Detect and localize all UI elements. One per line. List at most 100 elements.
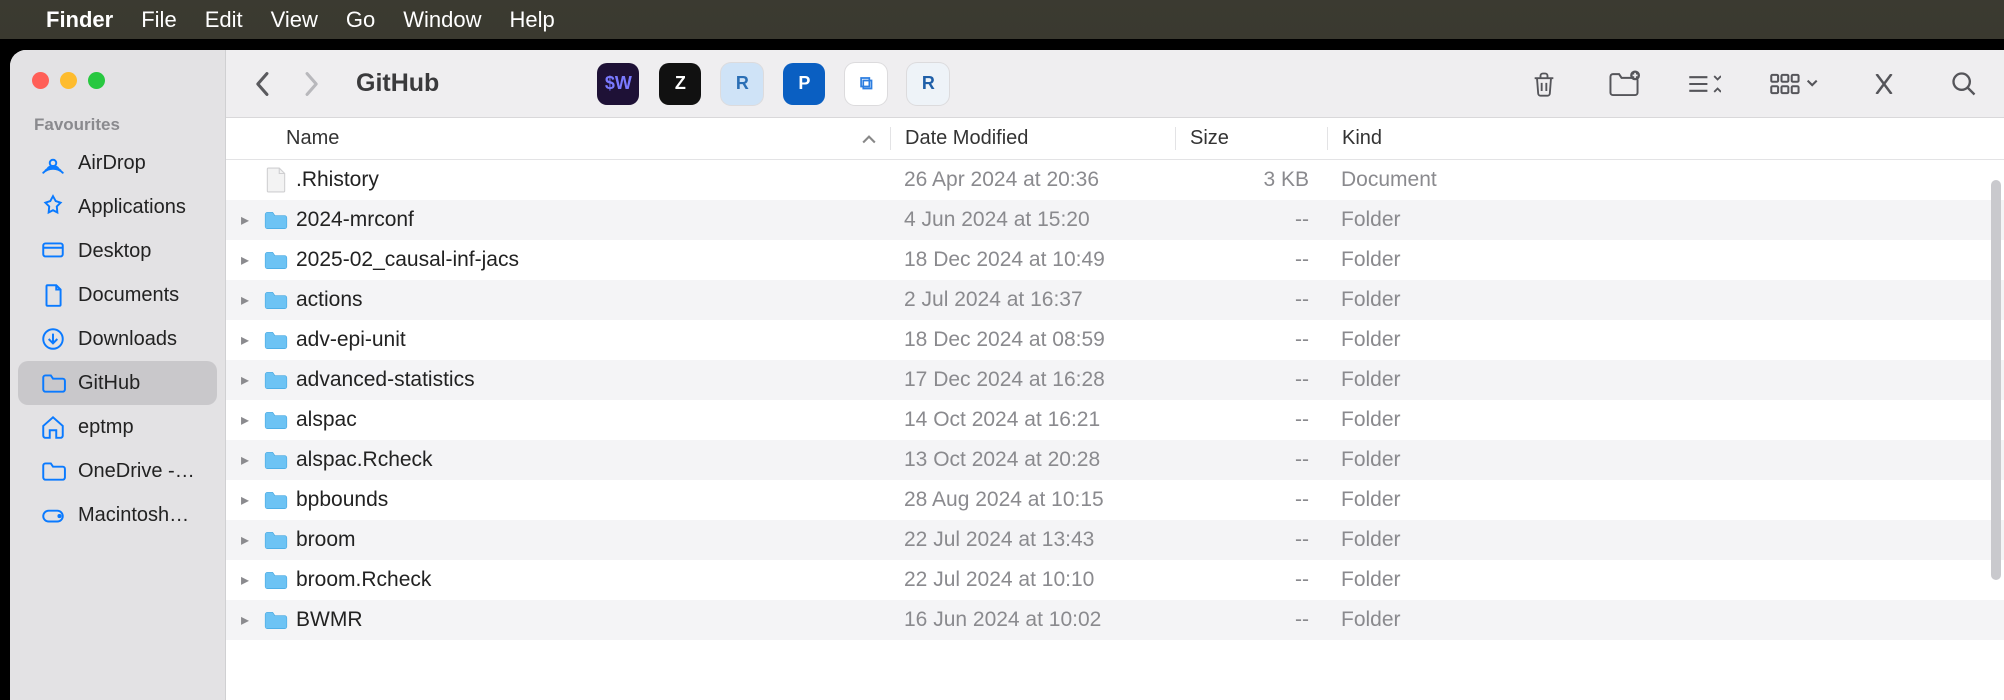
folder-icon (40, 458, 66, 484)
home-icon (40, 414, 66, 440)
disclosure-triangle-icon[interactable]: ▸ (234, 330, 256, 350)
disclosure-triangle-icon[interactable]: ▸ (234, 490, 256, 510)
file-size: -- (1175, 328, 1327, 352)
column-size[interactable]: Size (1175, 127, 1327, 150)
file-size: -- (1175, 608, 1327, 632)
disclosure-triangle-icon[interactable]: ▸ (234, 290, 256, 310)
menu-go[interactable]: Go (346, 7, 375, 33)
file-kind: Folder (1327, 568, 2004, 592)
scrollbar[interactable] (1991, 180, 2001, 580)
disclosure-triangle-icon[interactable]: ▸ (234, 450, 256, 470)
finder-window: Favourites AirDropApplicationsDesktopDoc… (10, 50, 2004, 700)
sidebar-item-label: AirDrop (78, 152, 203, 175)
trash-button[interactable] (1524, 64, 1564, 104)
file-name: BWMR (296, 608, 363, 632)
file-row[interactable]: ▸ broom 22 Jul 2024 at 13:43 -- Folder (226, 520, 2004, 560)
file-size: 3 KB (1175, 168, 1327, 192)
back-button[interactable] (246, 67, 280, 101)
toolbar-app-4[interactable]: ⧉ (845, 63, 887, 105)
disclosure-triangle-icon[interactable]: ▸ (234, 410, 256, 430)
file-name: broom (296, 528, 356, 552)
menu-window[interactable]: Window (403, 7, 481, 33)
file-row[interactable]: ▸ bpbounds 28 Aug 2024 at 10:15 -- Folde… (226, 480, 2004, 520)
search-button[interactable] (1944, 64, 1984, 104)
file-kind: Folder (1327, 288, 2004, 312)
file-row[interactable]: ▸ advanced-statistics 17 Dec 2024 at 16:… (226, 360, 2004, 400)
disclosure-triangle-icon[interactable]: ▸ (234, 610, 256, 630)
sidebar-item-label: eptmp (78, 416, 203, 439)
toolbar-app-3[interactable]: P (783, 63, 825, 105)
file-kind: Folder (1327, 488, 2004, 512)
column-name[interactable]: Name (226, 127, 890, 150)
zoom-window-button[interactable] (88, 72, 105, 89)
sidebar-item-macintosh-[interactable]: Macintosh… (18, 493, 217, 537)
file-size: -- (1175, 488, 1327, 512)
view-options-button[interactable] (1684, 64, 1724, 104)
column-kind[interactable]: Kind (1327, 127, 2004, 150)
file-list: ▸ .Rhistory 26 Apr 2024 at 20:36 3 KB Do… (226, 160, 2004, 700)
minimize-window-button[interactable] (60, 72, 77, 89)
sidebar-item-airdrop[interactable]: AirDrop (18, 141, 217, 185)
file-date: 28 Aug 2024 at 10:15 (890, 488, 1175, 512)
more-toolbar-button[interactable] (1864, 64, 1904, 104)
apps-icon (40, 194, 66, 220)
column-date[interactable]: Date Modified (890, 127, 1175, 150)
file-row[interactable]: ▸ 2025-02_causal-inf-jacs 18 Dec 2024 at… (226, 240, 2004, 280)
folder-icon (262, 206, 290, 234)
file-row[interactable]: ▸ adv-epi-unit 18 Dec 2024 at 08:59 -- F… (226, 320, 2004, 360)
toolbar-app-5[interactable]: R (907, 63, 949, 105)
menu-file[interactable]: File (141, 7, 176, 33)
menubar-app-name[interactable]: Finder (46, 7, 113, 33)
toolbar-app-0[interactable]: $W (597, 63, 639, 105)
file-row[interactable]: ▸ alspac 14 Oct 2024 at 16:21 -- Folder (226, 400, 2004, 440)
disclosure-triangle-icon[interactable]: ▸ (234, 210, 256, 230)
disclosure-triangle-icon[interactable]: ▸ (234, 570, 256, 590)
new-folder-button[interactable] (1604, 64, 1644, 104)
file-name: adv-epi-unit (296, 328, 406, 352)
file-row[interactable]: ▸ BWMR 16 Jun 2024 at 10:02 -- Folder (226, 600, 2004, 640)
window-title: GitHub (356, 69, 439, 98)
sidebar-item-downloads[interactable]: Downloads (18, 317, 217, 361)
sidebar-item-github[interactable]: GitHub (18, 361, 217, 405)
folder-icon (40, 370, 66, 396)
close-window-button[interactable] (32, 72, 49, 89)
forward-button[interactable] (294, 67, 328, 101)
file-row[interactable]: ▸ broom.Rcheck 22 Jul 2024 at 10:10 -- F… (226, 560, 2004, 600)
toolbar-app-shortcuts: $WZRP⧉R (597, 63, 949, 105)
file-row[interactable]: ▸ 2024-mrconf 4 Jun 2024 at 15:20 -- Fol… (226, 200, 2004, 240)
window-controls (10, 62, 225, 107)
folder-icon (262, 286, 290, 314)
file-kind: Folder (1327, 208, 2004, 232)
menu-view[interactable]: View (271, 7, 318, 33)
file-date: 2 Jul 2024 at 16:37 (890, 288, 1175, 312)
menu-help[interactable]: Help (510, 7, 555, 33)
sidebar-item-eptmp[interactable]: eptmp (18, 405, 217, 449)
toolbar-app-1[interactable]: Z (659, 63, 701, 105)
file-row[interactable]: ▸ alspac.Rcheck 13 Oct 2024 at 20:28 -- … (226, 440, 2004, 480)
file-size: -- (1175, 448, 1327, 472)
sidebar-section-header: Favourites (10, 107, 225, 141)
file-size: -- (1175, 408, 1327, 432)
file-size: -- (1175, 208, 1327, 232)
toolbar-app-2[interactable]: R (721, 63, 763, 105)
group-by-button[interactable] (1764, 64, 1824, 104)
file-row[interactable]: ▸ actions 2 Jul 2024 at 16:37 -- Folder (226, 280, 2004, 320)
sidebar-item-label: Downloads (78, 328, 203, 351)
sidebar-item-onedrive-[interactable]: OneDrive -… (18, 449, 217, 493)
file-size: -- (1175, 528, 1327, 552)
file-row[interactable]: ▸ .Rhistory 26 Apr 2024 at 20:36 3 KB Do… (226, 160, 2004, 200)
folder-icon (262, 526, 290, 554)
sidebar-item-desktop[interactable]: Desktop (18, 229, 217, 273)
disclosure-triangle-icon[interactable]: ▸ (234, 370, 256, 390)
disclosure-triangle-icon[interactable]: ▸ (234, 250, 256, 270)
sidebar-item-applications[interactable]: Applications (18, 185, 217, 229)
column-date-label: Date Modified (905, 127, 1028, 149)
folder-icon (262, 446, 290, 474)
disclosure-triangle-icon[interactable]: ▸ (234, 530, 256, 550)
column-headers: Name Date Modified Size Kind (226, 118, 2004, 160)
folder-icon (262, 566, 290, 594)
sidebar-item-documents[interactable]: Documents (18, 273, 217, 317)
file-date: 17 Dec 2024 at 16:28 (890, 368, 1175, 392)
menu-edit[interactable]: Edit (205, 7, 243, 33)
file-kind: Document (1327, 168, 2004, 192)
